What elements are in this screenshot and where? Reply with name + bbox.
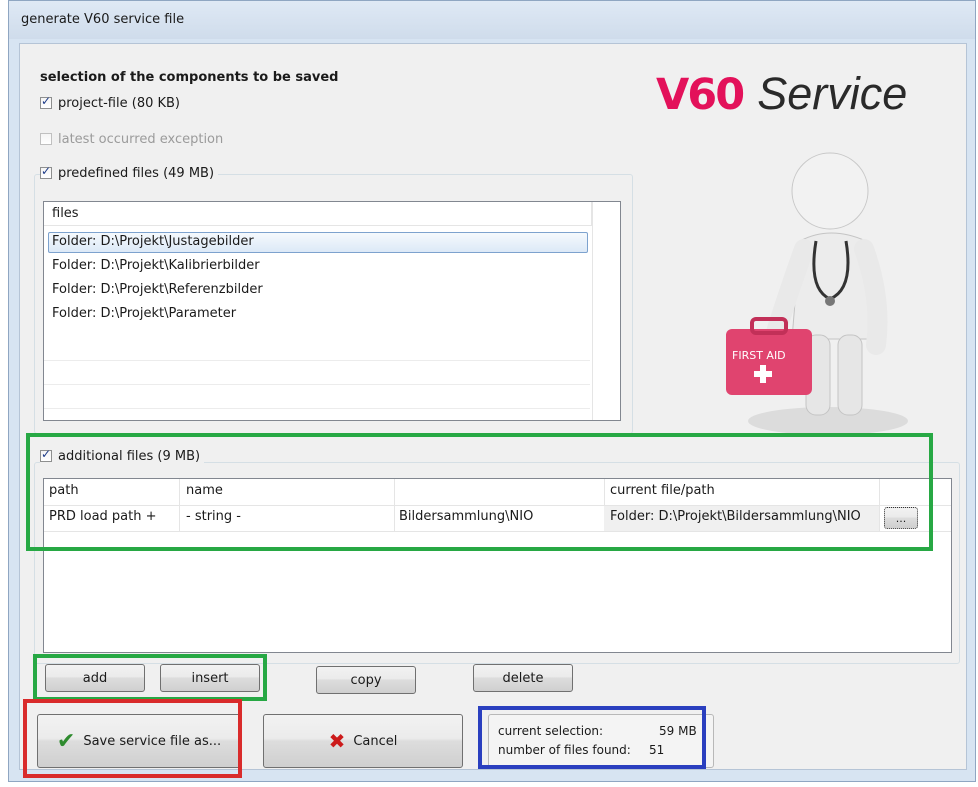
project-file-checkbox[interactable] [40,94,52,109]
v60-service-logo: V60 Service [656,68,907,120]
cancel-button-label: Cancel [353,733,398,749]
selection-heading: selection of the components to be saved [40,70,339,85]
cancel-button[interactable]: ✖ Cancel [263,714,463,768]
save-button-highlight [23,699,242,778]
list-item[interactable]: Folder: D:\Projekt\Parameter [52,306,236,321]
doctor-figure-illustration: FIRST AID [726,152,908,435]
predefined-files-checkbox[interactable] [40,164,52,179]
latest-exception-label: latest occurred exception [58,132,224,147]
stats-highlight [478,706,706,769]
copy-button[interactable]: copy [316,666,416,694]
project-file-label: project-file (80 KB) [58,96,181,111]
cancel-x-icon: ✖ [328,729,346,753]
add-insert-highlight [33,654,267,701]
grid-line [44,360,590,361]
grid-line [44,384,590,385]
title-bar: generate V60 service file [9,1,975,39]
predefined-files-label: predefined files (49 MB) [58,166,215,181]
list-item[interactable]: Folder: D:\Projekt\Referenzbilder [52,282,263,297]
additional-files-highlight [26,433,933,551]
grid-line [44,408,590,409]
latest-exception-option: latest occurred exception [40,132,223,147]
logo-brand: V60 [656,70,745,120]
project-file-option[interactable]: project-file (80 KB) [40,94,181,111]
files-column-header[interactable]: files [44,202,592,226]
window-title: generate V60 service file [21,12,185,27]
predefined-files-option[interactable]: predefined files (49 MB) [40,164,219,181]
predefined-files-list[interactable]: files Folder: D:\Projekt\Justagebilder F… [43,201,621,421]
files-header-label: files [52,206,79,221]
logo-product: Service [757,68,908,119]
first-aid-label: FIRST AID [732,349,786,362]
list-item[interactable]: Folder: D:\Projekt\Justagebilder [52,234,254,249]
list-item[interactable]: Folder: D:\Projekt\Kalibrierbilder [52,258,260,273]
column-divider [592,202,593,420]
latest-exception-checkbox [40,133,52,145]
first-aid-kit [726,329,812,395]
delete-button[interactable]: delete [473,664,573,692]
